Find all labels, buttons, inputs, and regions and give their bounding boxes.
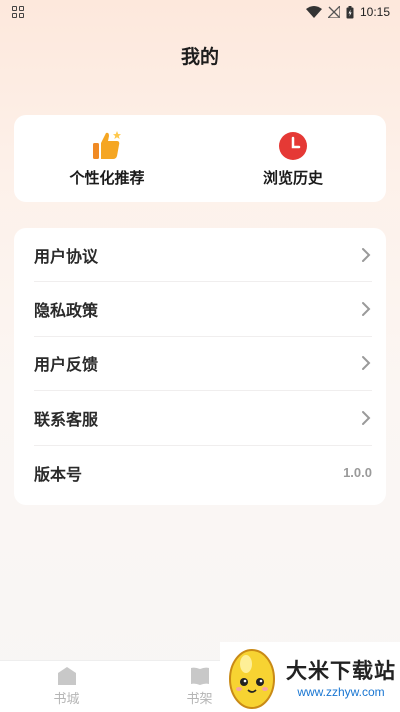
page-title: 我的 <box>180 46 219 68</box>
wifi-icon <box>305 6 322 18</box>
chevron-right-icon <box>362 302 371 317</box>
personalized-recommend-label: 个性化推荐 <box>69 169 145 187</box>
chevron-right-icon <box>362 410 371 425</box>
version-label: 版本号 <box>34 464 83 484</box>
rice-mascot-logo <box>229 649 275 709</box>
browse-history-label: 浏览历史 <box>262 169 323 187</box>
browse-history-button[interactable]: 浏览历史 <box>200 115 386 202</box>
menu-item-label: 用户反馈 <box>34 355 99 375</box>
menu-item-user-feedback[interactable]: 用户反馈 <box>34 337 372 392</box>
watermark-title: 大米下载站 <box>286 659 396 683</box>
watermark: 大米下载站 www.zzhyw.com <box>220 642 400 712</box>
status-time: 10:15 <box>359 5 390 19</box>
menu-item-label: 联系客服 <box>34 409 99 429</box>
menu-item-version: 版本号 1.0.0 <box>34 446 372 500</box>
menu-item-label: 用户协议 <box>34 246 99 266</box>
notification-icon <box>12 6 24 18</box>
shortcut-card: 个性化推荐 浏览历史 <box>14 115 386 202</box>
status-icons: 10:15 <box>305 5 390 19</box>
menu-item-user-agreement[interactable]: 用户协议 <box>34 228 372 283</box>
book-icon <box>190 667 209 685</box>
menu-item-contact-support[interactable]: 联系客服 <box>34 391 372 446</box>
chevron-right-icon <box>362 247 371 262</box>
thumbs-up-icon <box>93 131 121 159</box>
home-icon <box>57 667 76 685</box>
tab-label: 书架 <box>186 692 213 707</box>
battery-icon <box>346 5 354 18</box>
menu-item-label: 隐私政策 <box>34 301 99 321</box>
tab-bookstore[interactable]: 书城 <box>0 661 133 712</box>
chevron-right-icon <box>362 356 371 371</box>
tab-label: 书城 <box>53 692 80 707</box>
version-value: 1.0.0 <box>343 465 372 481</box>
menu-item-privacy-policy[interactable]: 隐私政策 <box>34 282 372 337</box>
watermark-url: www.zzhyw.com <box>297 685 385 699</box>
personalized-recommend-button[interactable]: 个性化推荐 <box>14 115 200 202</box>
settings-menu: 用户协议 隐私政策 用户反馈 联系客服 版本号 1.0.0 <box>14 228 386 505</box>
no-signal-icon <box>327 6 340 18</box>
status-bar: 10:15 <box>0 0 400 24</box>
clock-icon <box>279 132 307 160</box>
